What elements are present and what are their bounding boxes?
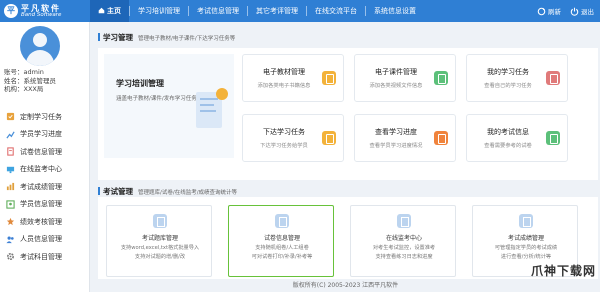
progress-chart-icon	[434, 131, 448, 145]
progress-icon	[6, 131, 15, 139]
nav-exam[interactable]: 考试信息管理	[189, 0, 247, 22]
exam-section-title: 考试管理 管理题库/试卷/在线监考/成绩查询统计等	[98, 186, 237, 197]
sidebar-item-custom-study-task[interactable]: 定制学习任务	[0, 108, 89, 126]
study-panel: 学习培训管理 涵盖电子教材/课件/发布学习任务... 电子教材管理 添加各类电子…	[98, 48, 598, 180]
top-right-actions: 刷新 退出	[537, 0, 594, 22]
avatar-body	[26, 50, 54, 66]
sidebar-item-performance[interactable]: 绩效考核管理	[0, 213, 89, 231]
exam-section-subtitle: 管理题库/试卷/在线监考/成绩查询统计等	[138, 190, 238, 196]
refresh-button[interactable]: 刷新	[537, 6, 561, 16]
top-navigation-bar: 平 平凡软件 Band Software 主页 学习培训管理 考试信息管理 其它…	[0, 0, 600, 22]
sidebar-item-staff-info[interactable]: 人员信息管理	[0, 231, 89, 249]
avatar[interactable]	[20, 26, 60, 66]
nav-online-chat[interactable]: 在线交流平台	[307, 0, 365, 22]
user-name: 姓名：系统管理员	[4, 76, 56, 85]
nav-system-settings[interactable]: 系统信息设置	[366, 0, 424, 22]
watermark: 爪神下载网	[530, 264, 596, 278]
card-paper-management[interactable]: 试卷信息管理 支持随机组卷/人工组卷 可对试卷打印/补录/补考等	[228, 205, 334, 277]
sidebar-item-exam-subjects[interactable]: 考试科目管理	[0, 248, 89, 266]
task-icon	[6, 113, 15, 121]
card-view-study-progress[interactable]: 查看学习进度 查看学员学习进度情况	[354, 114, 456, 162]
card-my-study-task[interactable]: 我的学习任务 查看自己的学习任务	[466, 54, 568, 102]
gear-icon	[6, 253, 15, 261]
study-section-title: 学习管理 管理电子教材/电子课件/下达学习任务等	[98, 32, 235, 43]
card-ebook-management[interactable]: 电子教材管理 添加各类电子书籍信息	[242, 54, 344, 102]
users-icon	[6, 236, 14, 243]
nav-study[interactable]: 学习培训管理	[130, 0, 188, 22]
main-nav: 主页 学习培训管理 考试信息管理 其它考评管理 在线交流平台 系统信息设置	[90, 0, 424, 22]
exam-paper-icon	[546, 131, 560, 145]
task-list-icon	[546, 71, 560, 85]
logo-text-en: Band Software	[21, 12, 62, 18]
sidebar-menu: 定制学习任务 学员学习进度 试卷信息管理 在线监考中心 考试成绩管理 学员信息管…	[0, 108, 89, 266]
power-icon	[570, 7, 579, 16]
study-hero: 学习培训管理 涵盖电子教材/课件/发布学习任务...	[104, 54, 234, 158]
question-bank-icon	[153, 214, 167, 228]
refresh-icon	[537, 7, 546, 15]
monitor-icon	[6, 166, 15, 173]
hero-title: 学习培训管理	[116, 79, 164, 88]
score-management-icon	[519, 214, 533, 228]
home-icon	[98, 7, 105, 14]
hero-description: 涵盖电子教材/课件/发布学习任务...	[116, 96, 202, 102]
user-account: 账号：admin	[4, 68, 44, 76]
footer-copyright: 版权所有(C) 2005-2023 江西平凡软件	[91, 279, 600, 292]
performance-icon	[6, 218, 15, 226]
exam-panel: 考试题库管理 支持word,excel,txt格式批量导入 支持对试题的增/删/…	[98, 197, 598, 292]
proctor-icon	[397, 214, 411, 228]
sidebar: 账号：admin 姓名：系统管理员 机构：XXX局 定制学习任务 学员学习进度 …	[0, 22, 90, 292]
user-org: 机构：XXX局	[4, 85, 44, 93]
logo-mark: 平	[4, 4, 18, 18]
app-logo[interactable]: 平 平凡软件 Band Software	[4, 2, 86, 20]
nav-home[interactable]: 主页	[90, 0, 129, 22]
sidebar-item-exam-scores[interactable]: 考试成绩管理	[0, 178, 89, 196]
sidebar-item-student-info[interactable]: 学员信息管理	[0, 196, 89, 214]
study-illustration-icon	[196, 88, 228, 128]
nav-other-eval[interactable]: 其它考评管理	[248, 0, 306, 22]
sidebar-item-online-proctor[interactable]: 在线监考中心	[0, 161, 89, 179]
paper-management-icon	[275, 214, 289, 228]
student-icon	[6, 200, 15, 209]
card-my-exam-info[interactable]: 我的考试信息 查看需要参考的试卷	[466, 114, 568, 162]
card-online-proctoring[interactable]: 在线监考中心 对考生考试监控，设置准考 支持查看练习日志和进度	[350, 205, 456, 277]
paper-icon	[7, 147, 14, 156]
avatar-head	[33, 33, 47, 47]
video-file-icon	[434, 71, 448, 85]
main-content: 学习管理 管理电子教材/电子课件/下达学习任务等 学习培训管理 涵盖电子教材/课件…	[91, 22, 600, 292]
card-assign-study-task[interactable]: 下达学习任务 下达学习任务给学员	[242, 114, 344, 162]
score-icon	[6, 183, 15, 191]
card-courseware-management[interactable]: 电子课件管理 添加各类视频文件信息	[354, 54, 456, 102]
card-question-bank[interactable]: 考试题库管理 支持word,excel,txt格式批量导入 支持对试题的增/删/…	[106, 205, 212, 277]
book-icon	[322, 71, 336, 85]
assign-icon	[322, 131, 336, 145]
sidebar-item-study-progress[interactable]: 学员学习进度	[0, 126, 89, 144]
sidebar-item-paper-info[interactable]: 试卷信息管理	[0, 143, 89, 161]
study-section-subtitle: 管理电子教材/电子课件/下达学习任务等	[138, 36, 236, 42]
exit-button[interactable]: 退出	[570, 6, 594, 16]
user-info: 账号：admin 姓名：系统管理员 机构：XXX局	[4, 68, 56, 94]
